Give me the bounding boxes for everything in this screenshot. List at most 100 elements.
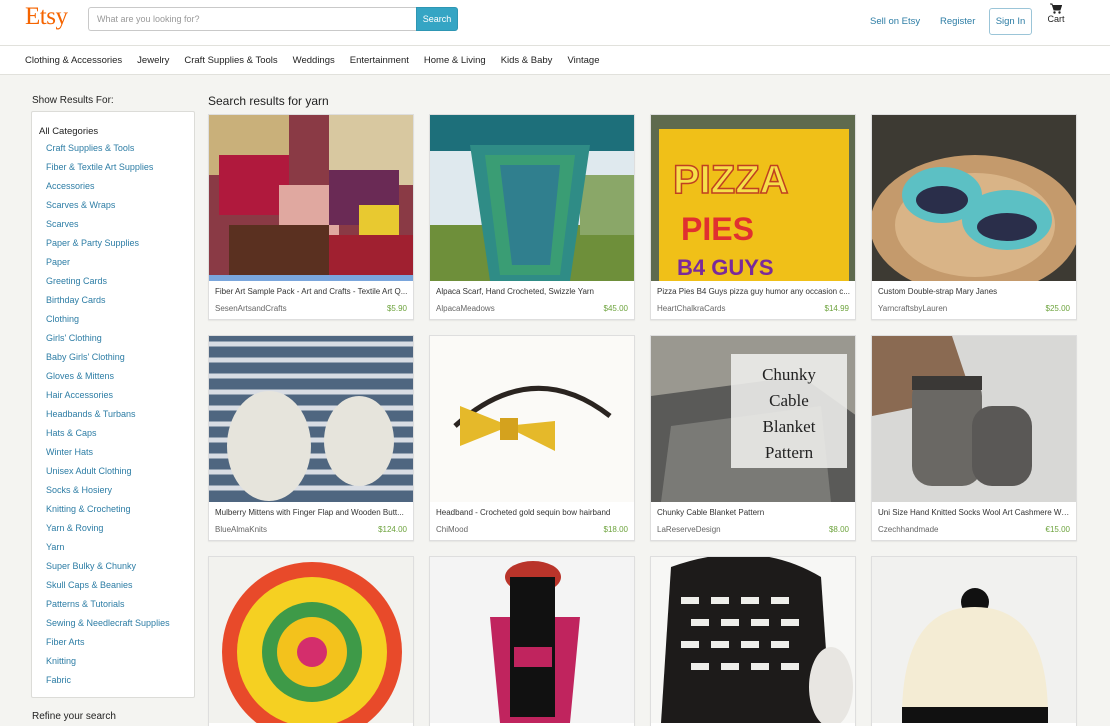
nav-clothing-accessories[interactable]: Clothing & Accessories — [25, 55, 122, 66]
shop-name[interactable]: SesenArtsandCrafts — [215, 304, 287, 313]
listing-card[interactable]: PIZZA PIES B4 GUYS Pizza Pies B4 Guys pi… — [650, 114, 856, 320]
listing-image[interactable] — [872, 336, 1076, 502]
listing-card[interactable]: Uni Size Hand Knitted Socks Wool Art Cas… — [871, 335, 1077, 541]
search-input[interactable] — [88, 7, 416, 31]
listing-image[interactable]: PIZZA PIES B4 GUYS — [651, 115, 855, 281]
shop-name[interactable]: LaReserveDesign — [657, 525, 721, 534]
sidebar-item[interactable]: Yarn & Roving — [46, 523, 170, 542]
header: Etsy Search Sell on Etsy Register Sign I… — [0, 0, 1110, 46]
listing-price: $45.00 — [603, 304, 628, 313]
all-categories-link[interactable]: All Categories — [39, 126, 98, 137]
listing-card[interactable]: Mulberry Mittens with Finger Flap and Wo… — [208, 335, 414, 541]
listing-title[interactable]: Mulberry Mittens with Finger Flap and Wo… — [215, 508, 409, 517]
sidebar-item[interactable]: Super Bulky & Chunky — [46, 561, 170, 580]
shop-name[interactable]: YarncraftsbyLauren — [878, 304, 947, 313]
etsy-logo[interactable]: Etsy — [25, 3, 68, 31]
listing-card[interactable] — [429, 556, 635, 726]
listing-image[interactable] — [430, 336, 634, 502]
listing-title[interactable]: Uni Size Hand Knitted Socks Wool Art Cas… — [878, 508, 1072, 517]
listing-card[interactable]: Alpaca Scarf, Hand Crocheted, Swizzle Ya… — [429, 114, 635, 320]
blanket-text-line2: Cable — [769, 391, 809, 410]
sidebar-item[interactable]: Knitting — [46, 656, 170, 675]
sidebar-item[interactable]: Knitting & Crocheting — [46, 504, 170, 523]
cart-button[interactable]: Cart — [1042, 3, 1070, 24]
sign-in-button[interactable]: Sign In — [989, 8, 1032, 35]
sidebar-item[interactable]: Unisex Adult Clothing — [46, 466, 170, 485]
listing-price: €15.00 — [1045, 525, 1070, 534]
sidebar-item[interactable]: Accessories — [46, 181, 170, 200]
listing-image[interactable] — [209, 115, 413, 281]
sidebar-item[interactable]: Greeting Cards — [46, 276, 170, 295]
register-link[interactable]: Register — [940, 16, 975, 27]
pizza-text-line1: PIZZA — [673, 158, 789, 202]
sidebar-item[interactable]: Sewing & Needlecraft Supplies — [46, 618, 170, 637]
listing-card[interactable] — [650, 556, 856, 726]
sell-on-etsy-link[interactable]: Sell on Etsy — [870, 16, 920, 27]
sidebar-item[interactable]: Skull Caps & Beanies — [46, 580, 170, 599]
listing-image[interactable]: Chunky Cable Blanket Pattern — [651, 336, 855, 502]
sidebar-item[interactable]: Yarn — [46, 542, 170, 561]
listing-card[interactable]: Headband - Crocheted gold sequin bow hai… — [429, 335, 635, 541]
nav-craft-supplies[interactable]: Craft Supplies & Tools — [184, 55, 277, 66]
listing-image[interactable] — [651, 557, 855, 723]
sidebar-item[interactable]: Hats & Caps — [46, 428, 170, 447]
shopping-cart-icon — [1050, 3, 1062, 14]
category-filter-panel: All Categories Craft Supplies & Tools Fi… — [31, 111, 195, 698]
listing-price: $18.00 — [603, 525, 628, 534]
nav-vintage[interactable]: Vintage — [567, 55, 599, 66]
listing-card[interactable] — [871, 556, 1077, 726]
sidebar-item[interactable]: Birthday Cards — [46, 295, 170, 314]
sidebar-item[interactable]: Fabric — [46, 675, 170, 694]
listing-image[interactable] — [430, 557, 634, 723]
sidebar-item[interactable]: Headbands & Turbans — [46, 409, 170, 428]
sidebar-item[interactable]: Winter Hats — [46, 447, 170, 466]
listing-card[interactable]: Custom Double-strap Mary Janes Yarncraft… — [871, 114, 1077, 320]
shop-name[interactable]: HeartChalkraCards — [657, 304, 725, 313]
sidebar-item[interactable]: Fiber Arts — [46, 637, 170, 656]
shop-name[interactable]: ChiMood — [436, 525, 468, 534]
listing-image[interactable] — [209, 557, 413, 723]
pizza-text-line2: PIES — [681, 211, 754, 247]
sidebar-item[interactable]: Fiber & Textile Art Supplies — [46, 162, 170, 181]
sidebar-item[interactable]: Paper & Party Supplies — [46, 238, 170, 257]
search-button[interactable]: Search — [416, 7, 458, 31]
listing-image[interactable] — [430, 115, 634, 281]
listing-card[interactable]: Chunky Cable Blanket Pattern Chunky Cabl… — [650, 335, 856, 541]
nav-jewelry[interactable]: Jewelry — [137, 55, 169, 66]
sidebar-item[interactable]: Scarves — [46, 219, 170, 238]
shop-name[interactable]: AlpacaMeadows — [436, 304, 495, 313]
nav-home-living[interactable]: Home & Living — [424, 55, 486, 66]
refine-search-title: Refine your search — [32, 711, 116, 722]
sidebar-item[interactable]: Clothing — [46, 314, 170, 333]
listing-card[interactable]: Fiber Art Sample Pack - Art and Crafts -… — [208, 114, 414, 320]
listing-image[interactable] — [872, 115, 1076, 281]
listing-title[interactable]: Chunky Cable Blanket Pattern — [657, 508, 851, 517]
sidebar-item[interactable]: Patterns & Tutorials — [46, 599, 170, 618]
sidebar-item[interactable]: Socks & Hosiery — [46, 485, 170, 504]
sidebar-item[interactable]: Hair Accessories — [46, 390, 170, 409]
listing-title[interactable]: Fiber Art Sample Pack - Art and Crafts -… — [215, 287, 409, 296]
listing-price: $14.99 — [824, 304, 849, 313]
listing-image[interactable] — [872, 557, 1076, 723]
listing-price: $25.00 — [1045, 304, 1070, 313]
sidebar-item[interactable]: Scarves & Wraps — [46, 200, 170, 219]
nav-kids-baby[interactable]: Kids & Baby — [501, 55, 553, 66]
listing-title[interactable]: Pizza Pies B4 Guys pizza guy humor any o… — [657, 287, 851, 296]
sidebar-item[interactable]: Gloves & Mittens — [46, 371, 170, 390]
sidebar-item[interactable]: Girls' Clothing — [46, 333, 170, 352]
sidebar-item[interactable]: Baby Girls' Clothing — [46, 352, 170, 371]
results-title: Search results for yarn — [208, 94, 329, 108]
sidebar-item[interactable]: Paper — [46, 257, 170, 276]
blanket-text-line3: Blanket — [763, 417, 816, 436]
listing-title[interactable]: Headband - Crocheted gold sequin bow hai… — [436, 508, 630, 517]
nav-weddings[interactable]: Weddings — [293, 55, 335, 66]
shop-name[interactable]: BlueAlmaKnits — [215, 525, 267, 534]
listing-title[interactable]: Custom Double-strap Mary Janes — [878, 287, 1072, 296]
listing-card[interactable] — [208, 556, 414, 726]
listing-image[interactable] — [209, 336, 413, 502]
nav-entertainment[interactable]: Entertainment — [350, 55, 409, 66]
shop-name[interactable]: Czechhandmade — [878, 525, 938, 534]
listing-price: $5.90 — [386, 304, 407, 313]
listing-title[interactable]: Alpaca Scarf, Hand Crocheted, Swizzle Ya… — [436, 287, 630, 296]
sidebar-item[interactable]: Craft Supplies & Tools — [46, 143, 170, 162]
